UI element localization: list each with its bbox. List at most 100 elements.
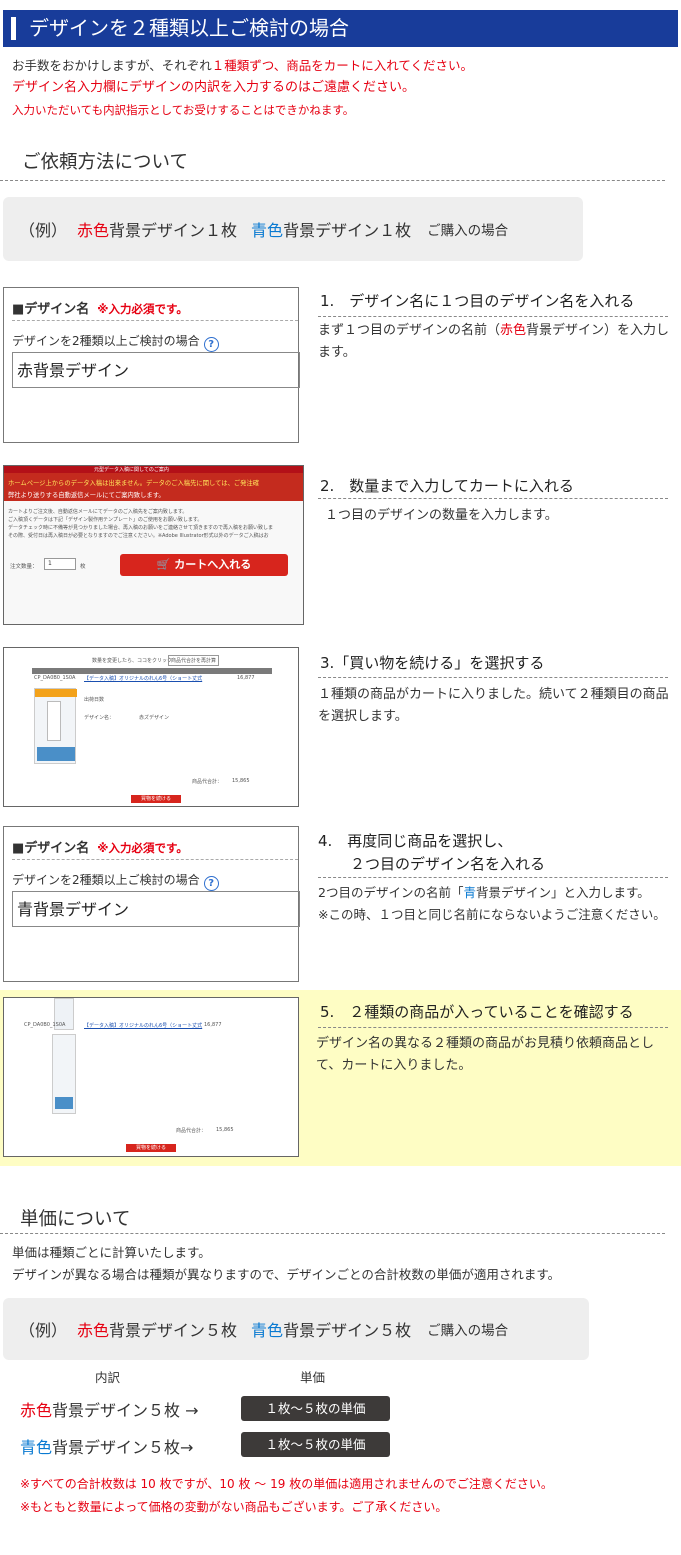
design-name-input[interactable]: 青背景デザイン	[12, 891, 300, 927]
form-label: ■デザイン名 ※入力必須です。	[12, 841, 188, 856]
form-sublabel: デザインを2種類以上ご検討の場合?	[12, 871, 219, 891]
step4-title-2: ２つ目のデザイン名を入れる	[350, 855, 546, 873]
item-link[interactable]: 【データ入稿】オリジナルのれん6号（ショート丈式	[84, 675, 202, 682]
info-line: データチェック時に不備等が見つかりました場合、再入稿のお願いをご連絡させて頂きま…	[8, 525, 274, 531]
warning-line2: 弊社より送りする自動返信メールにてご案内致します。	[8, 492, 165, 499]
info-line: カートよりご注文後、自動返信メールにてデータのご入稿先をご案内致します。	[8, 509, 188, 515]
form-sublabel: デザインを2種類以上ご検討の場合?	[12, 332, 219, 352]
step2-text: １つ目のデザインの数量を入力します。	[325, 508, 558, 523]
section-title-order: ご依頼方法について	[22, 152, 188, 173]
form-divider	[12, 320, 298, 321]
thumbnail-footer	[55, 1097, 73, 1109]
example-blue-rest: 背景デザイン５枚	[283, 1321, 412, 1340]
thumbnail-tag	[35, 689, 77, 697]
header-title: デザインを２種類以上ご検討の場合	[29, 16, 349, 40]
step1-text: まず１つ目のデザインの名前（赤色背景デザイン）を入力します。	[318, 323, 670, 360]
help-icon[interactable]: ?	[203, 337, 219, 352]
quantity-input[interactable]: 1	[44, 558, 76, 570]
note-2: ※もともと数量によって価格の変動がない商品もございます。ご了承ください。	[20, 1500, 448, 1514]
required-note: ※入力必須です。	[97, 841, 188, 855]
banner-image	[47, 701, 61, 741]
intro-line1-text: お手数をおかけしますが、それぞれ	[12, 58, 212, 73]
quantity-unit: 枚	[80, 564, 86, 570]
item-price: 16,877	[237, 675, 255, 681]
item-code: CP_DA0B0_1S0A	[34, 675, 76, 681]
design-name-form-2: ■デザイン名 ※入力必須です。 デザインを2種類以上ご検討の場合? 青背景デザイン	[3, 826, 300, 982]
add-to-cart-button[interactable]: 🛒 カートへ入れる	[120, 554, 288, 576]
example-prefix: （例）	[19, 1321, 68, 1340]
continue-shopping-button[interactable]: 買物を続ける	[131, 795, 181, 803]
breakdown-row-red: 赤色背景デザイン５枚 →	[20, 1401, 199, 1420]
cart-list-screenshot: 数量を変更したら、ココをクリック 商品代合計を再計算 CP_DA0B0_1S0A…	[3, 647, 299, 807]
recalc-button[interactable]: 商品代合計を再計算	[168, 655, 220, 666]
cart-two-items-screenshot: CP_DA0B0_1S0A 【データ入稿】オリジナルのれん6号（ショート丈式 1…	[3, 997, 299, 1157]
divider	[318, 498, 668, 499]
divider	[318, 677, 668, 678]
step3-text: １種類の商品がカートに入りました。続いて２種類目の商品を選択します。	[318, 687, 669, 724]
section-title-unit-price: 単価について	[20, 1209, 131, 1230]
item-price: 16,877	[204, 1022, 222, 1028]
continue-shopping-button[interactable]: 買物を続ける	[126, 1144, 176, 1152]
notice-banner: 元型データ入稿に関してのご案内	[4, 466, 303, 473]
recalc-hint: 数量を変更したら、ココをクリック	[92, 658, 173, 664]
step4-text: 2つ目のデザインの名前「青背景デザイン」と入力します。	[318, 885, 650, 900]
example-red-rest: 背景デザイン５枚	[109, 1321, 238, 1340]
example-blue-word: 青色	[251, 1321, 284, 1340]
form-divider	[12, 859, 298, 860]
total-value: 15,865	[216, 1127, 234, 1133]
example-box-2: （例） 赤色 背景デザイン５枚 青色 背景デザイン５枚 ご購入の場合	[3, 1298, 589, 1360]
divider	[0, 180, 665, 181]
design-name-input[interactable]: 赤背景デザイン	[12, 352, 300, 388]
total-label: 商品代合計：	[192, 779, 223, 785]
step4-title-1: 4. 再度同じ商品を選択し、	[318, 832, 513, 850]
detail-row: デザイン名：	[84, 715, 115, 721]
divider	[0, 1233, 665, 1234]
example-suffix: ご購入の場合	[427, 1323, 509, 1339]
table-header	[32, 668, 272, 674]
product-thumbnail	[34, 688, 77, 764]
intro-line1: お手数をおかけしますが、それぞれ１種類ずつ、商品をカートに入れてください。	[12, 58, 473, 74]
intro-line2: デザイン名入力欄にデザインの内訳を入力するのはご遠慮ください。	[12, 80, 416, 95]
add-to-cart-label: カートへ入れる	[174, 558, 252, 571]
warning-line1: ホームページ上からのデータ入稿は出来ません。データのご入稿先に関しては、ご発注確	[8, 480, 260, 487]
detail-row: 赤ズデザイン	[139, 715, 170, 721]
unit-price-tag: １枚〜５枚の単価	[241, 1432, 390, 1457]
required-note: ※入力必須です。	[97, 302, 188, 316]
example-blue-rest: 背景デザイン１枚	[283, 221, 412, 240]
step5-text: デザイン名の異なる２種類の商品がお見積り依頼商品として、カートに入りました。	[316, 1036, 655, 1073]
warning-area: ホームページ上からのデータ入稿は出来ません。データのご入稿先に関しては、ご発注確…	[4, 473, 303, 501]
item-link[interactable]: 【データ入稿】オリジナルのれん6号（ショート丈式	[84, 1022, 202, 1029]
step1-title: 1. デザイン名に１つ目のデザイン名を入れる	[320, 292, 635, 310]
note-1: ※すべての合計枚数は 10 枚ですが、10 枚 〜 19 枚の単価は適用されませ…	[20, 1477, 553, 1491]
step3-title: 3.「買い物を続ける」を選択する	[320, 654, 545, 672]
cart-icon: 🛒	[156, 558, 175, 571]
design-name-form-1: ■デザイン名 ※入力必須です。 デザインを2種類以上ご検討の場合? 赤背景デザイン	[3, 287, 300, 443]
intro-line1-highlight: １種類ずつ、商品をカートに入れてください。	[211, 58, 474, 73]
example-box-1: （例） 赤色 背景デザイン１枚 青色 背景デザイン１枚 ご購入の場合	[3, 197, 583, 261]
divider	[318, 316, 668, 317]
step4-note: ※この時、１つ目と同じ名前にならないようご注意ください。	[318, 907, 666, 922]
step2-title: 2. 数量まで入力してカートに入れる	[320, 477, 574, 495]
breakdown-row-blue: 青色背景デザイン５枚→	[20, 1438, 194, 1457]
quantity-label: 注文数量：	[10, 564, 38, 570]
help-icon[interactable]: ?	[203, 876, 219, 891]
unit-price-col-label: 単価	[300, 1370, 326, 1385]
thumbnail-footer	[37, 747, 75, 761]
example-red-word: 赤色	[77, 1321, 110, 1340]
breakdown-col-label: 内訳	[95, 1370, 121, 1385]
unit-line2: デザインが異なる場合は種類が異なりますので、デザインごとの合計枚数の単価が適用さ…	[12, 1267, 561, 1282]
cart-screenshot: 元型データ入稿に関してのご案内 ホームページ上からのデータ入稿は出来ません。デー…	[3, 465, 304, 625]
header-bar-icon	[11, 17, 16, 40]
unit-price-tag: １枚〜５枚の単価	[241, 1396, 390, 1421]
divider	[318, 877, 668, 878]
total-value: 15,865	[232, 778, 250, 784]
info-line: その際、受付日は再入稿日が必要となりますのでご注意ください。※Adobe Ill…	[8, 533, 269, 539]
intro-line3: 入力いただいても内訳指示としてお受けすることはできかねます。	[12, 103, 355, 117]
divider	[318, 1027, 668, 1028]
step5-title: 5. ２種類の商品が入っていることを確認する	[320, 1003, 634, 1021]
detail-row: 出荷日数	[84, 697, 105, 703]
item-code: CP_DA0B0_1S0A	[24, 1022, 66, 1028]
example-suffix: ご購入の場合	[427, 223, 509, 239]
example-blue-word: 青色	[251, 221, 284, 240]
example-prefix: （例）	[19, 221, 68, 240]
